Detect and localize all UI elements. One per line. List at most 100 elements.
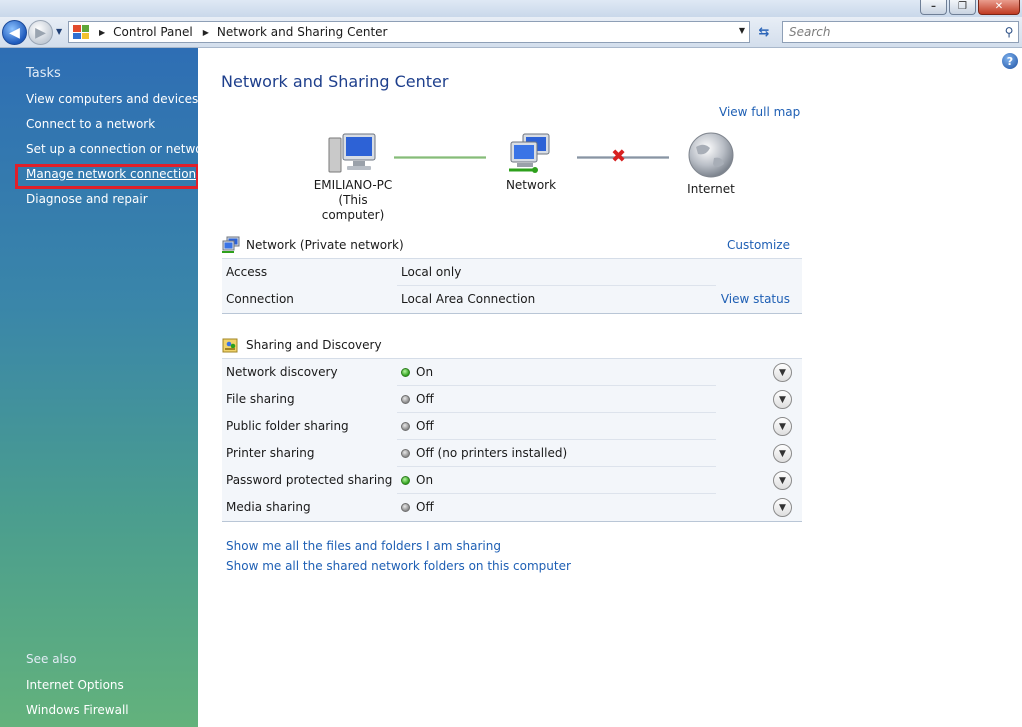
file-sharing-key: File sharing (226, 392, 295, 406)
status-off-icon (401, 394, 410, 404)
media-sharing-value: Off (416, 500, 434, 514)
table-row[interactable]: Printer sharing Off (no printers install… (222, 440, 802, 467)
table-row[interactable]: File sharing Off ▼ (222, 386, 802, 413)
main-content: ? Network and Sharing Center View full m… (198, 48, 1022, 727)
forward-arrow-icon[interactable]: ▶ (28, 20, 53, 45)
tasks-heading: Tasks (26, 66, 61, 81)
view-status-link[interactable]: View status (721, 292, 790, 306)
file-sharing-status: Off (401, 392, 434, 406)
expand-chevron-icon[interactable]: ▼ (773, 390, 792, 409)
map-network[interactable]: Network (498, 132, 564, 193)
media-sharing-key: Media sharing (226, 500, 311, 514)
file-sharing-value: Off (416, 392, 434, 406)
map-computer[interactable]: EMILIANO-PC (This computer) (306, 132, 400, 223)
table-row[interactable]: Password protected sharing On ▼ (222, 467, 802, 494)
table-row: Connection Local Area Connection View st… (222, 286, 802, 313)
breadcrumb-separator-icon[interactable]: ▶ (99, 28, 105, 37)
search-input[interactable] (783, 22, 1000, 42)
control-panel-icon (73, 25, 89, 39)
view-full-map-link[interactable]: View full map (719, 105, 800, 119)
access-key: Access (226, 265, 268, 279)
sharing-section-header: Sharing and Discovery (222, 333, 802, 357)
connection-value: Local Area Connection (401, 292, 536, 306)
address-dropdown-icon[interactable]: ▼ (739, 26, 745, 35)
network-small-icon (222, 236, 240, 253)
access-value: Local only (401, 265, 462, 279)
map-internet[interactable]: Internet (678, 132, 744, 197)
computer-name-label: EMILIANO-PC (313, 178, 393, 192)
connection-line-computer-network (394, 156, 486, 159)
help-icon[interactable]: ? (1002, 53, 1018, 69)
sharing-section-title: Sharing and Discovery (246, 338, 382, 352)
expand-chevron-icon[interactable]: ▼ (773, 444, 792, 463)
public-folder-status: Off (401, 419, 434, 433)
network-section-header: Network (Private network) Customize (222, 233, 802, 257)
window-title-bar: – ❐ ✕ (0, 0, 1022, 17)
status-on-icon (401, 475, 410, 485)
sidebar-item-setup-connection[interactable]: Set up a connection or network (26, 142, 214, 156)
media-sharing-status: Off (401, 500, 434, 514)
table-row: Access Local only (222, 259, 802, 286)
network-details-table: Access Local only Connection Local Area … (222, 258, 802, 314)
breadcrumb-separator-icon[interactable]: ▶ (203, 28, 209, 37)
printer-sharing-status: Off (no printers installed) (401, 446, 567, 460)
minimize-button[interactable]: – (920, 0, 947, 15)
show-shared-folders-link[interactable]: Show me all the shared network folders o… (226, 559, 571, 573)
expand-chevron-icon[interactable]: ▼ (773, 363, 792, 382)
maximize-button[interactable]: ❐ (949, 0, 976, 15)
window-controls: – ❐ ✕ (920, 0, 1020, 15)
search-box[interactable]: ⚲ (782, 21, 1019, 43)
breadcrumb-control-panel[interactable]: Control Panel (113, 25, 193, 39)
sharing-table: Network discovery On ▼ File sharing Off … (222, 358, 802, 522)
password-sharing-value: On (416, 473, 434, 487)
page-title: Network and Sharing Center (221, 72, 449, 91)
network-icon (509, 133, 550, 173)
expand-chevron-icon[interactable]: ▼ (773, 417, 792, 436)
sidebar-item-windows-firewall[interactable]: Windows Firewall (26, 703, 129, 717)
show-shared-files-link[interactable]: Show me all the files and folders I am s… (226, 539, 501, 553)
computer-sub-label: (This computer) (321, 193, 385, 222)
disconnect-x-icon: ✖ (611, 146, 627, 167)
network-section-title: Network (Private network) (246, 238, 404, 252)
sidebar-item-diagnose-repair[interactable]: Diagnose and repair (26, 192, 148, 206)
status-off-icon (401, 448, 410, 458)
breadcrumb-network-sharing[interactable]: Network and Sharing Center (217, 25, 388, 39)
status-off-icon (401, 502, 410, 512)
connection-key: Connection (226, 292, 294, 306)
address-bar[interactable]: ▶ Control Panel ▶ Network and Sharing Ce… (68, 21, 750, 43)
network-discovery-value: On (416, 365, 434, 379)
status-on-icon (401, 367, 410, 377)
password-sharing-key: Password protected sharing (226, 473, 393, 487)
sidebar-item-internet-options[interactable]: Internet Options (26, 678, 124, 692)
close-button[interactable]: ✕ (978, 0, 1020, 15)
sidebar: Tasks View computers and devices Connect… (0, 48, 214, 727)
sharing-icon (222, 338, 238, 353)
printer-sharing-value: Off (no printers installed) (416, 446, 568, 460)
table-row[interactable]: Network discovery On ▼ (222, 359, 802, 386)
refresh-icon[interactable]: ⇆ (752, 21, 776, 43)
globe-icon (688, 132, 734, 178)
sidebar-item-connect-network[interactable]: Connect to a network (26, 117, 155, 131)
password-sharing-status: On (401, 473, 433, 487)
computer-icon (328, 133, 376, 173)
sidebar-item-view-computers[interactable]: View computers and devices (26, 92, 198, 106)
network-discovery-status: On (401, 365, 433, 379)
customize-link[interactable]: Customize (727, 238, 790, 252)
status-off-icon (401, 421, 410, 431)
internet-label: Internet (687, 182, 735, 196)
see-also-heading: See also (26, 652, 77, 666)
public-folder-key: Public folder sharing (226, 419, 349, 433)
table-row[interactable]: Public folder sharing Off ▼ (222, 413, 802, 440)
printer-sharing-key: Printer sharing (226, 446, 315, 460)
back-arrow-icon[interactable]: ◀ (2, 20, 27, 45)
network-label: Network (505, 178, 557, 192)
search-icon[interactable]: ⚲ (1000, 25, 1018, 39)
navigation-bar: ◀ ▶ ▼ ▶ Control Panel ▶ Network and Shar… (0, 17, 1022, 48)
highlight-box (15, 164, 199, 189)
network-discovery-key: Network discovery (226, 365, 338, 379)
expand-chevron-icon[interactable]: ▼ (773, 471, 792, 490)
public-folder-value: Off (416, 419, 434, 433)
table-row[interactable]: Media sharing Off ▼ (222, 494, 802, 521)
expand-chevron-icon[interactable]: ▼ (773, 498, 792, 517)
recent-pages-dropdown-icon[interactable]: ▼ (56, 27, 62, 36)
